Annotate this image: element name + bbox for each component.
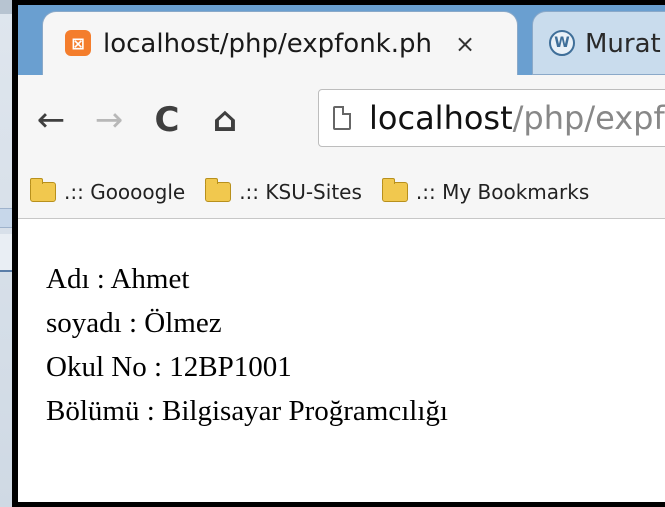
tab-title: Murat [585, 30, 661, 58]
close-tab-icon[interactable]: × [455, 30, 475, 58]
folder-icon [381, 177, 408, 202]
url-host: localhost [369, 99, 513, 137]
student-surname-line: soyadı : Ölmez [46, 307, 222, 339]
bookmark-label: .:: Goooogle [64, 179, 186, 204]
browser-window: ⊠ localhost/php/expfonk.ph × W Murat ← →… [12, 0, 665, 507]
bookmark-label: .:: KSU-Sites [239, 179, 362, 204]
bookmark-label: .:: My Bookmarks [415, 179, 590, 204]
bookmark-ksu-sites[interactable]: .:: KSU-Sites [205, 177, 362, 204]
student-name-line: Adı : Ahmet [46, 263, 190, 295]
folder-icon [30, 177, 56, 202]
folder-icon [205, 177, 232, 202]
browser-toolbar: ← → C ⌂ localhost/php/expfonk.php [18, 75, 665, 165]
student-department-line: Bölümü : Bilgisayar Proğramcılığı [46, 395, 448, 427]
browser-frame: ⊠ localhost/php/expfonk.ph × W Murat ← →… [18, 5, 665, 502]
tab-murat[interactable]: W Murat [532, 11, 665, 75]
bookmark-goooogle[interactable]: .:: Goooogle [30, 177, 186, 204]
bookmark-my-bookmarks[interactable]: .:: My Bookmarks [381, 177, 590, 204]
tab-expfonk[interactable]: ⊠ localhost/php/expfonk.ph × [42, 11, 518, 75]
xampp-favicon-icon: ⊠ [65, 30, 91, 56]
wordpress-favicon-icon: W [549, 30, 575, 56]
address-bar[interactable]: localhost/php/expfonk.php [318, 89, 665, 147]
back-button[interactable]: ← [22, 100, 80, 140]
home-button[interactable]: ⌂ [196, 100, 254, 140]
page-icon [333, 106, 351, 130]
forward-button[interactable]: → [80, 100, 138, 140]
reload-button[interactable]: C [138, 100, 196, 140]
student-number-line: Okul No : 12BP1001 [46, 351, 292, 383]
page-content: Adı : Ahmet soyadı : Ölmez Okul No : 12B… [18, 219, 665, 502]
tab-title: localhost/php/expfonk.ph [103, 30, 432, 58]
url-path: /php/expfonk.php [512, 99, 665, 137]
bookmarks-bar: .:: Goooogle .:: KSU-Sites .:: My Bookma… [18, 165, 665, 219]
address-url: localhost/php/expfonk.php [369, 99, 665, 137]
tab-strip: ⊠ localhost/php/expfonk.ph × W Murat [18, 5, 665, 75]
